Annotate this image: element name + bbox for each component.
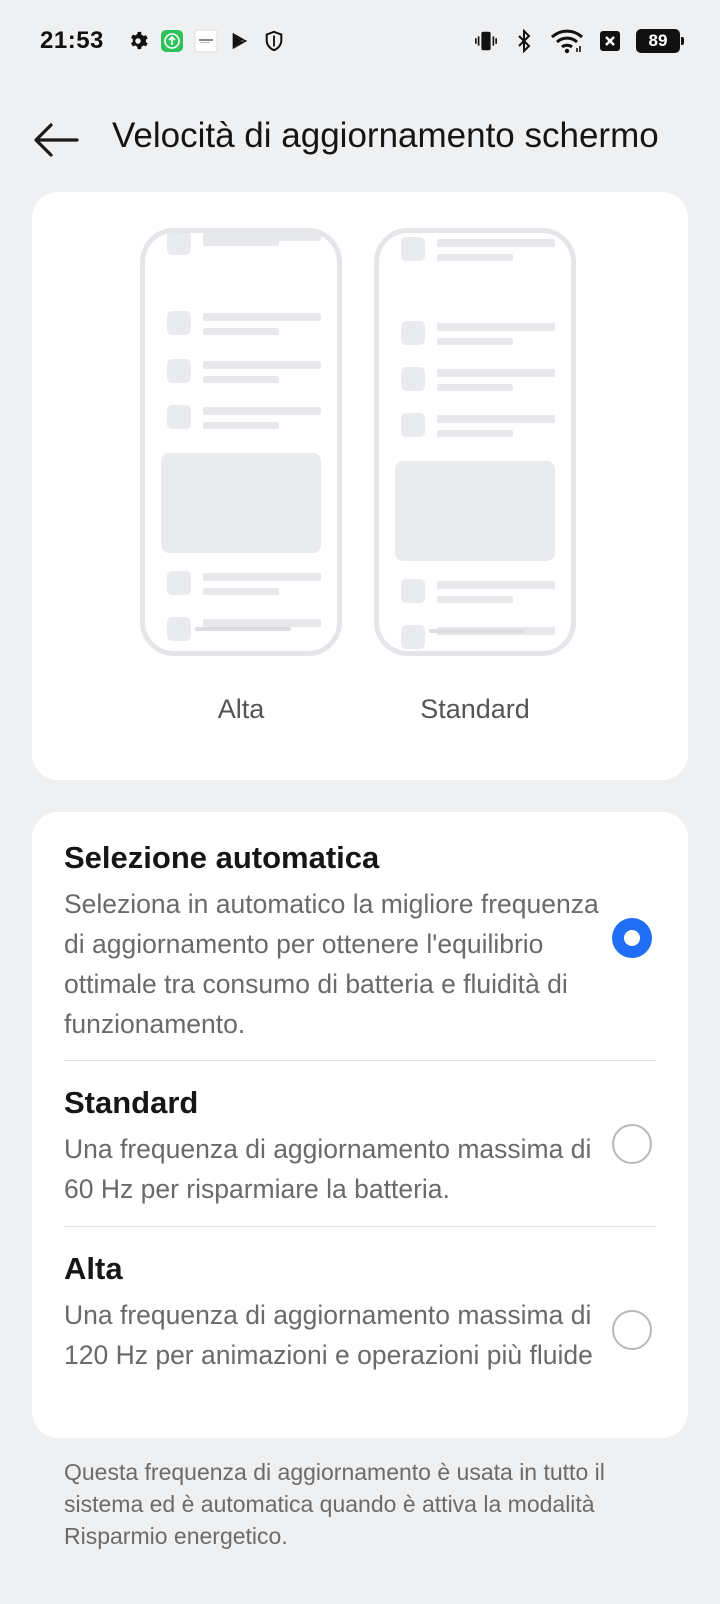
mock-list-row — [167, 233, 321, 257]
mock-list-row — [167, 571, 321, 597]
page-title: Velocità di aggiornamento schermo — [112, 116, 659, 155]
vibrate-icon — [474, 29, 498, 53]
bluetooth-icon — [512, 29, 536, 53]
radio-automatic[interactable] — [612, 918, 652, 958]
option-description: Seleziona in automatico la migliore freq… — [64, 889, 599, 1039]
mock-list-row — [401, 237, 555, 263]
mock-home-bar — [195, 627, 291, 631]
wifi-icon — [550, 29, 584, 54]
mock-list-row — [167, 311, 321, 337]
app-header: Velocità di aggiornamento schermo — [0, 82, 720, 192]
system-icons: 89 — [474, 29, 684, 54]
option-title: Standard — [64, 1085, 199, 1120]
radio-alta[interactable] — [612, 1310, 652, 1350]
status-time: 21:53 — [40, 27, 104, 54]
option-description: Una frequenza di aggiornamento massima d… — [64, 1134, 592, 1204]
option-title: Alta — [64, 1251, 123, 1286]
preview-phone-alta[interactable] — [140, 228, 342, 656]
battery-indicator: 89 — [636, 29, 684, 53]
mock-list-row — [401, 413, 555, 439]
shield-icon — [262, 29, 286, 53]
mock-list-row — [401, 321, 555, 347]
mock-list-row — [167, 359, 321, 385]
radio-standard[interactable] — [612, 1124, 652, 1164]
option-title: Selezione automatica — [64, 840, 380, 875]
arrow-left-icon — [34, 123, 79, 157]
option-standard[interactable]: Standard Una frequenza di aggiornamento … — [32, 1061, 688, 1226]
x-box-icon — [598, 29, 622, 53]
notification-icons — [126, 29, 286, 53]
mock-list-row — [401, 367, 555, 393]
status-bar: 21:53 89 — [0, 0, 720, 82]
mock-list-row — [401, 579, 555, 605]
option-alta[interactable]: Alta Una frequenza di aggiornamento mass… — [32, 1227, 688, 1437]
mock-content-block — [395, 461, 555, 561]
footer-note: Questa frequenza di aggiornamento è usat… — [64, 1459, 605, 1549]
option-description: Una frequenza di aggiornamento massima d… — [64, 1300, 593, 1370]
play-store-icon — [228, 29, 252, 53]
preview-card: Alta Standard — [32, 192, 688, 780]
green-upload-icon — [160, 29, 184, 53]
gear-icon — [126, 29, 150, 53]
mock-content-block — [161, 453, 321, 553]
option-automatic[interactable]: Selezione automatica Seleziona in automa… — [32, 812, 688, 1060]
preview-label-standard[interactable]: Standard — [374, 694, 576, 725]
mock-list-row — [167, 405, 321, 431]
refresh-rate-options: Selezione automatica Seleziona in automa… — [32, 812, 688, 1438]
preview-phone-standard[interactable] — [374, 228, 576, 656]
mock-home-bar — [429, 629, 525, 633]
preview-label-alta[interactable]: Alta — [140, 694, 342, 725]
back-button[interactable] — [28, 112, 84, 168]
app-thumbnail-icon — [194, 29, 218, 53]
